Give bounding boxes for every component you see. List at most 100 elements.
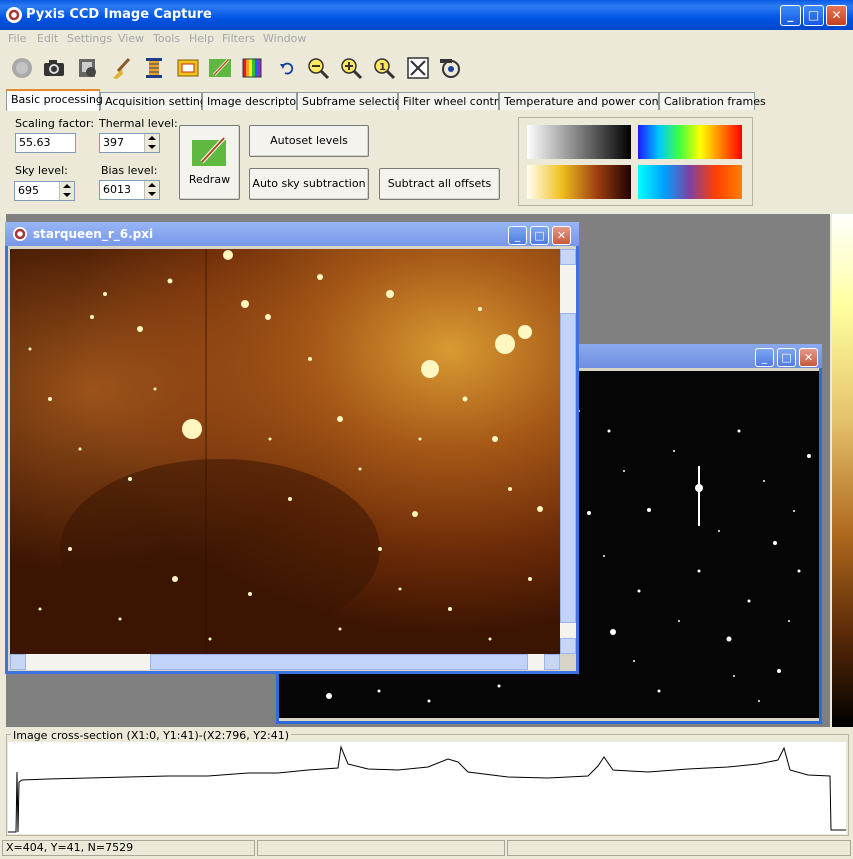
cross-section-profile xyxy=(8,745,846,833)
camera-icon[interactable] xyxy=(42,56,66,80)
subframe-icon[interactable] xyxy=(176,56,200,80)
tab-basic-processing[interactable]: Basic processing xyxy=(6,89,103,111)
close-icon[interactable]: ✕ xyxy=(799,348,818,367)
image-window-title: starqueen_r_6.pxi xyxy=(33,227,154,241)
maximize-icon[interactable]: □ xyxy=(530,226,549,245)
bias-level-field[interactable]: 6013 xyxy=(99,180,160,200)
svg-text:1: 1 xyxy=(379,62,386,73)
tab-image-descriptors[interactable]: Image descriptors xyxy=(202,92,306,110)
tab-filter-wheel-control[interactable]: Filter wheel control xyxy=(398,92,508,110)
close-button[interactable]: ✕ xyxy=(826,5,847,26)
status-bar: X=404, Y=41, N=7529 xyxy=(0,838,853,859)
spin-down-icon xyxy=(148,145,156,149)
close-icon[interactable]: ✕ xyxy=(552,226,571,245)
scaling-factor-input[interactable]: 55.63 xyxy=(15,133,76,153)
palette-heat[interactable] xyxy=(527,165,631,199)
thermal-level-value: 397 xyxy=(103,136,124,149)
menu-filters[interactable]: Filters xyxy=(222,32,255,45)
spin-up-icon xyxy=(148,183,156,187)
palette-spectrum[interactable] xyxy=(638,125,742,159)
tab-strip: Basic processing Acquisition settings Im… xyxy=(6,89,766,111)
thermal-level-field[interactable]: 397 xyxy=(99,133,160,153)
scroll-up-button[interactable] xyxy=(560,249,576,265)
starqueen-image-window[interactable]: starqueen_r_6.pxi _ □ ✕ xyxy=(5,222,579,674)
menu-view[interactable]: View xyxy=(118,32,144,45)
sky-level-field[interactable]: 695 xyxy=(14,181,75,201)
horizontal-scrollbar[interactable] xyxy=(10,654,560,670)
sky-level-spinner[interactable] xyxy=(59,182,74,200)
minimize-button[interactable]: _ xyxy=(780,5,801,26)
menu-settings[interactable]: Settings xyxy=(67,32,112,45)
spin-up-icon xyxy=(63,184,71,188)
rotate-icon[interactable] xyxy=(438,56,462,80)
menu-file[interactable]: File xyxy=(8,32,26,45)
scroll-right-button[interactable] xyxy=(544,654,560,670)
scroll-left-button[interactable] xyxy=(10,654,26,670)
title-bar: Pyxis CCD Image Capture _ □ ✕ xyxy=(0,0,853,30)
scaling-factor-label: Scaling factor: xyxy=(15,117,95,130)
palette-grayscale[interactable] xyxy=(527,125,631,159)
palette-cool-warm[interactable] xyxy=(638,165,742,199)
maximize-icon[interactable]: □ xyxy=(777,348,796,367)
minimize-icon: _ xyxy=(787,8,794,22)
histogram-icon[interactable] xyxy=(142,56,166,80)
broom-icon[interactable] xyxy=(109,56,133,80)
zoom-actual-size-icon[interactable]: 1 xyxy=(372,56,396,80)
star-field-image xyxy=(10,249,560,654)
sky-level-label: Sky level: xyxy=(15,164,68,177)
status-field-3 xyxy=(507,840,851,856)
thermal-level-spinner[interactable] xyxy=(144,134,159,152)
minimize-icon[interactable]: _ xyxy=(508,226,527,245)
color-scale-bar xyxy=(832,214,853,727)
image-window-icon xyxy=(13,227,27,241)
vertical-scroll-thumb[interactable] xyxy=(560,313,576,623)
spin-up-icon xyxy=(148,136,156,140)
menu-bar: File Edit Settings View Tools Help Filte… xyxy=(0,30,853,48)
redraw-label: Redraw xyxy=(188,173,231,186)
menu-edit[interactable]: Edit xyxy=(37,32,58,45)
redraw-pencil-icon xyxy=(191,136,226,166)
disabled-record-icon[interactable] xyxy=(10,56,34,80)
tab-subframe-selection[interactable]: Subframe selection xyxy=(297,92,409,110)
pencil-icon[interactable] xyxy=(208,56,232,80)
spin-down-icon xyxy=(63,193,71,197)
window-title: Pyxis CCD Image Capture xyxy=(26,7,212,22)
cross-section-plot xyxy=(8,742,846,834)
maximize-icon: □ xyxy=(807,8,820,22)
sky-level-value: 695 xyxy=(18,184,39,197)
toolbar: 1 xyxy=(0,50,853,84)
vertical-scrollbar[interactable] xyxy=(560,249,576,654)
starqueen-window-title-bar[interactable]: starqueen_r_6.pxi _ □ ✕ xyxy=(5,222,579,246)
cross-section-label: Image cross-section (X1:0, Y1:41)-(X2:79… xyxy=(11,729,291,742)
undo-icon[interactable] xyxy=(275,56,299,80)
spin-down-icon xyxy=(148,192,156,196)
tab-calibration-frames[interactable]: Calibration frames xyxy=(659,92,766,110)
horizontal-scroll-thumb[interactable] xyxy=(150,654,528,670)
minimize-icon[interactable]: _ xyxy=(755,348,774,367)
auto-sky-subtraction-button[interactable]: Auto sky subtraction xyxy=(249,168,369,200)
pyxis-app-icon[interactable] xyxy=(6,7,22,23)
palette-icon[interactable] xyxy=(241,56,265,80)
zoom-in-icon[interactable] xyxy=(339,56,363,80)
menu-help[interactable]: Help xyxy=(189,32,214,45)
basic-processing-panel: Scaling factor: 55.63 Thermal level: 397… xyxy=(6,110,853,214)
scroll-down-button[interactable] xyxy=(560,638,576,654)
thermal-level-label: Thermal level: xyxy=(99,117,178,130)
redraw-button[interactable]: Redraw xyxy=(179,125,240,200)
zoom-out-icon[interactable] xyxy=(306,56,330,80)
close-icon: ✕ xyxy=(831,8,842,22)
maximize-button[interactable]: □ xyxy=(803,5,824,26)
bias-level-spinner[interactable] xyxy=(144,181,159,199)
tab-temperature-power[interactable]: Temperature and power control xyxy=(499,92,677,110)
tab-acquisition-settings[interactable]: Acquisition settings xyxy=(100,92,213,110)
menu-tools[interactable]: Tools xyxy=(153,32,180,45)
menu-window[interactable]: Window xyxy=(263,32,306,45)
film-camera-icon[interactable] xyxy=(76,56,100,80)
bias-level-value: 6013 xyxy=(103,183,131,196)
status-field-2 xyxy=(257,840,505,856)
subtract-all-offsets-button[interactable]: Subtract all offsets xyxy=(379,168,500,200)
status-coordinates: X=404, Y=41, N=7529 xyxy=(2,840,255,856)
autoset-levels-button[interactable]: Autoset levels xyxy=(249,125,369,157)
bias-level-label: Bias level: xyxy=(101,164,158,177)
fit-to-window-icon[interactable] xyxy=(406,56,430,80)
